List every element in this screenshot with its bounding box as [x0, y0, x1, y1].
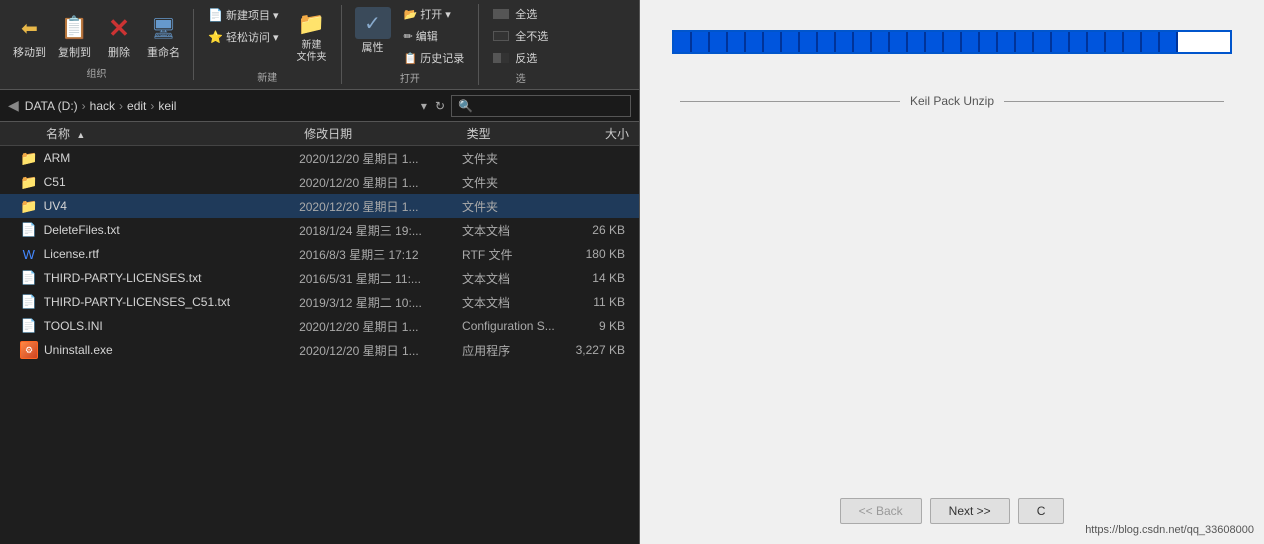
txt-icon: 📄	[20, 268, 38, 288]
txt-icon: 📄	[20, 292, 38, 312]
rename-icon: 🖥	[148, 12, 180, 44]
copy-button[interactable]: 📋 复制到	[53, 9, 96, 63]
new-folder-icon: 📁	[296, 8, 328, 40]
file-row[interactable]: 📄 THIRD-PARTY-LICENSES_C51.txt 2019/3/12…	[0, 290, 639, 314]
file-row-selected[interactable]: 📁 UV4 2020/12/20 星期日 1... 文件夹	[0, 194, 639, 218]
new-item-icon: 📄	[208, 8, 223, 22]
folder-icon: 📁	[20, 196, 38, 216]
file-list[interactable]: 📁 ARM 2020/12/20 星期日 1... 文件夹 📁 C51 2020…	[0, 146, 639, 544]
address-bar-icons: ▾ ↻	[421, 99, 445, 113]
file-row[interactable]: 📄 TOOLS.INI 2020/12/20 星期日 1... Configur…	[0, 314, 639, 338]
right-divider	[1004, 101, 1224, 102]
back-icon[interactable]: ◀	[8, 97, 19, 114]
dialog-label-area: Keil Pack Unzip	[660, 94, 1244, 108]
invert-select-button[interactable]: 反选	[487, 48, 554, 68]
easy-access-icon: ⭐	[208, 30, 223, 44]
refresh-icon[interactable]: ↻	[435, 99, 445, 113]
toolbar-group-open: ✓ 属性 📂 打开 ▾ ✏ 编辑 📋 历史记录	[350, 4, 480, 85]
open-icon: 📂	[404, 8, 418, 21]
toolbar-organize-buttons: ⬅ 移动到 📋 复制到 ✕ 删除 🖥 重命名	[8, 9, 185, 63]
delete-button[interactable]: ✕ 删除	[98, 9, 140, 63]
invert-icon	[493, 53, 509, 63]
explorer-panel: ⬅ 移动到 📋 复制到 ✕ 删除 🖥 重命名 组织	[0, 0, 640, 544]
toolbar-new-buttons: 📄 新建项目 ▾ ⭐ 轻松访问 ▾ 📁 新建文件夹	[202, 5, 333, 67]
sort-arrow-name: ▲	[76, 130, 85, 140]
select-all-button[interactable]: 全选	[487, 4, 554, 24]
rtf-icon: W	[20, 244, 38, 264]
copy-icon: 📋	[59, 12, 91, 44]
move-icon: ⬅	[14, 12, 46, 44]
search-box[interactable]: 🔍	[451, 95, 631, 117]
txt-icon: 📄	[20, 220, 38, 240]
file-row[interactable]: W License.rtf 2016/8/3 星期三 17:12 RTF 文件 …	[0, 242, 639, 266]
next-button[interactable]: Next >>	[930, 498, 1010, 524]
rename-button[interactable]: 🖥 重命名	[142, 9, 185, 63]
file-row[interactable]: ⚙ Uninstall.exe 2020/12/20 星期日 1... 应用程序…	[0, 338, 639, 362]
left-divider	[680, 101, 900, 102]
col-date-header[interactable]: 修改日期	[304, 125, 466, 142]
dialog-progress-area: Keil Pack Unzip	[640, 0, 1264, 488]
new-folder-button[interactable]: 📁 新建文件夹	[291, 5, 333, 67]
new-item-button[interactable]: 📄 新建项目 ▾	[202, 5, 285, 25]
cancel-button[interactable]: C	[1018, 498, 1065, 524]
progress-bar	[672, 30, 1232, 54]
back-button[interactable]: << Back	[840, 498, 922, 524]
ini-icon: 📄	[20, 316, 38, 336]
history-button[interactable]: 📋 历史记录	[398, 48, 471, 68]
toolbar-group-new: 📄 新建项目 ▾ ⭐ 轻松访问 ▾ 📁 新建文件夹 新建	[202, 5, 342, 84]
move-button[interactable]: ⬅ 移动到	[8, 9, 51, 63]
delete-icon: ✕	[103, 12, 135, 44]
file-row[interactable]: 📁 ARM 2020/12/20 星期日 1... 文件夹	[0, 146, 639, 170]
dialog-panel: Keil Pack Unzip << Back Next >> C https:…	[640, 0, 1264, 544]
file-row[interactable]: 📄 DeleteFiles.txt 2018/1/24 星期三 19:... 文…	[0, 218, 639, 242]
toolbar: ⬅ 移动到 📋 复制到 ✕ 删除 🖥 重命名 组织	[0, 0, 639, 90]
toolbar-group-select: 全选 全不选 反选 选	[487, 4, 562, 85]
column-headers: 名称 ▲ 修改日期 类型 大小	[0, 122, 639, 146]
address-bar: ◀ DATA (D:) › hack › edit › keil ▾ ↻ 🔍	[0, 90, 639, 122]
col-name-header[interactable]: 名称 ▲	[0, 125, 304, 142]
history-icon: 📋	[404, 52, 418, 65]
address-path[interactable]: DATA (D:) › hack › edit › keil	[25, 99, 415, 113]
file-row[interactable]: 📁 C51 2020/12/20 星期日 1... 文件夹	[0, 170, 639, 194]
select-none-icon	[493, 31, 509, 41]
folder-icon: 📁	[20, 172, 38, 192]
exe-icon: ⚙	[20, 340, 38, 360]
file-row[interactable]: 📄 THIRD-PARTY-LICENSES.txt 2016/5/31 星期二…	[0, 266, 639, 290]
select-buttons: 全选 全不选 反选	[487, 4, 554, 68]
select-all-icon	[493, 9, 509, 19]
folder-icon: 📁	[20, 148, 38, 168]
bottom-link: https://blog.csdn.net/qq_33608000	[1085, 524, 1254, 536]
toolbar-open-buttons: ✓ 属性 📂 打开 ▾ ✏ 编辑 📋 历史记录	[350, 4, 471, 68]
col-type-header[interactable]: 类型	[467, 125, 568, 142]
easy-access-button[interactable]: ⭐ 轻松访问 ▾	[202, 27, 285, 47]
edit-button[interactable]: ✏ 编辑	[398, 26, 471, 46]
col-size-header[interactable]: 大小	[568, 125, 639, 142]
select-none-button[interactable]: 全不选	[487, 26, 554, 46]
edit-icon: ✏	[404, 30, 413, 43]
dropdown-icon[interactable]: ▾	[421, 99, 427, 113]
dialog-title-label: Keil Pack Unzip	[900, 94, 1004, 108]
toolbar-group-organize: ⬅ 移动到 📋 复制到 ✕ 删除 🖥 重命名 组织	[8, 9, 194, 80]
open-button[interactable]: 📂 打开 ▾	[398, 4, 471, 24]
properties-icon: ✓	[355, 7, 391, 39]
properties-button[interactable]: ✓ 属性	[350, 4, 396, 58]
